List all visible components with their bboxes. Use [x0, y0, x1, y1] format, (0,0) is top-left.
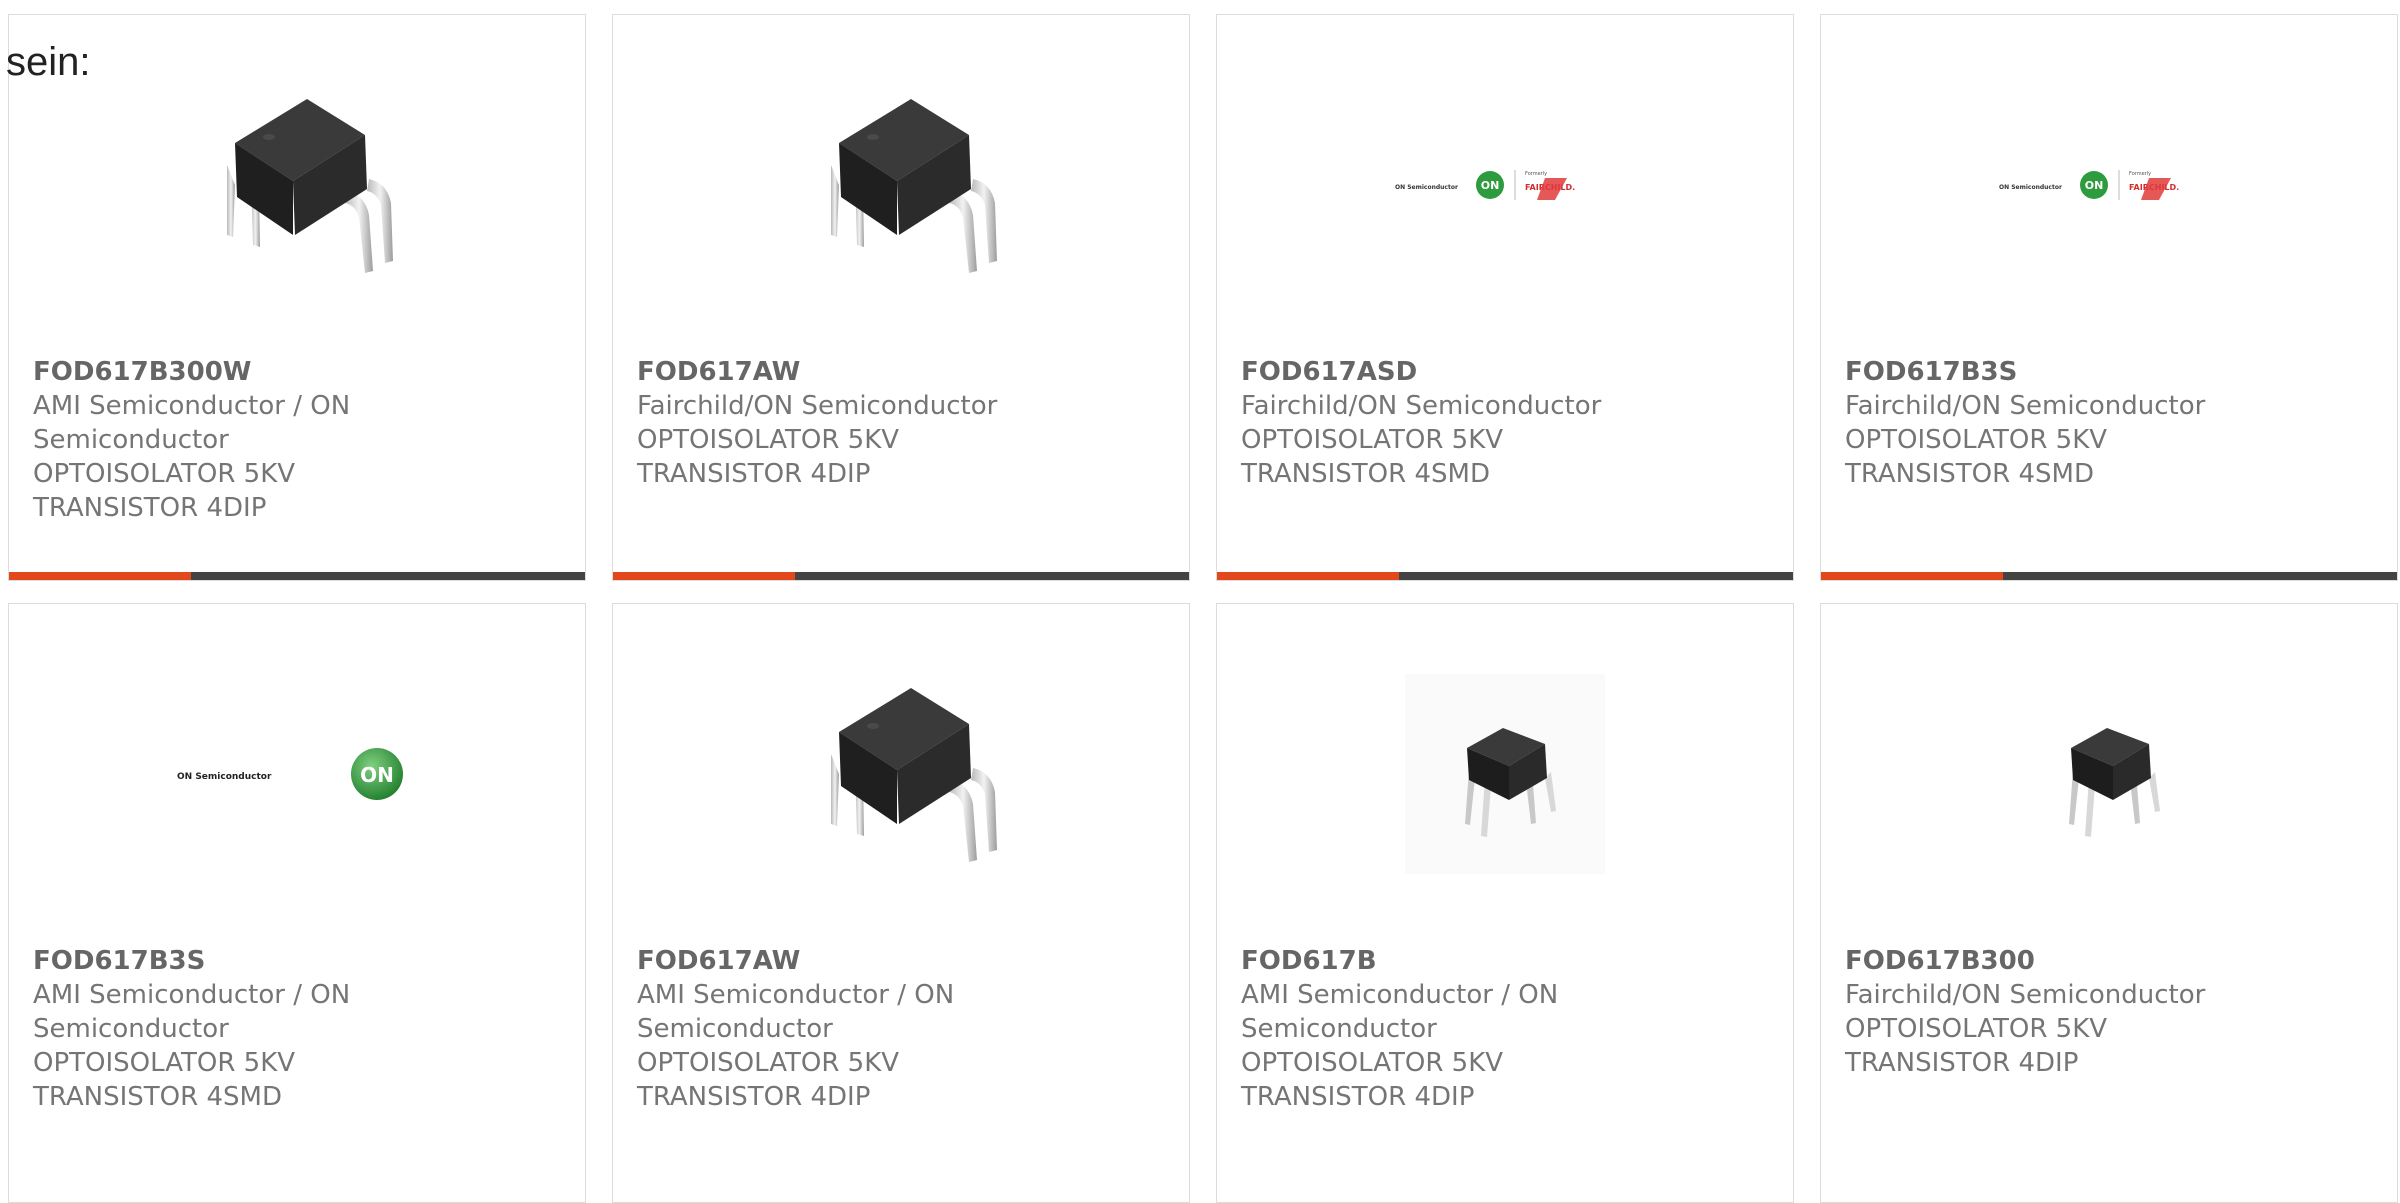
- card-accent-highlight: [1821, 572, 2003, 580]
- description-2: TRANSISTOR 4SMD: [1241, 459, 1490, 489]
- optoisolator-chip-icon: [831, 688, 997, 862]
- on-fairchild-logo-icon: ON Semiconductor ON Formerly FAIRCHILD.: [1395, 170, 1575, 200]
- manufacturer: AMI Semiconductor / ON Semiconductor: [637, 980, 955, 1044]
- product-card[interactable]: ON Semiconductor ON FOD617B3S AMI Semico…: [8, 603, 586, 1203]
- product-grid: FOD617B300W AMI Semiconductor / ON Semic…: [8, 14, 2400, 1203]
- product-card[interactable]: FOD617AW Fairchild/ON Semiconductor OPTO…: [612, 14, 1190, 581]
- product-card[interactable]: FOD617B300 Fairchild/ON Semiconductor OP…: [1820, 603, 2398, 1203]
- manufacturer: Fairchild/ON Semiconductor: [637, 391, 998, 421]
- manufacturer: Fairchild/ON Semiconductor: [1845, 980, 2206, 1010]
- product-info: FOD617B300W AMI Semiconductor / ON Semic…: [33, 355, 475, 525]
- card-accent-highlight: [9, 572, 191, 580]
- part-number[interactable]: FOD617B300: [1845, 944, 2287, 978]
- product-info: FOD617AW AMI Semiconductor / ON Semicond…: [637, 944, 1079, 1114]
- card-accent-bar: [9, 572, 585, 580]
- description-1: OPTOISOLATOR 5KV: [1845, 1014, 2108, 1044]
- product-info: FOD617ASD Fairchild/ON Semiconductor OPT…: [1241, 355, 1683, 491]
- manufacturer: Fairchild/ON Semiconductor: [1845, 391, 2206, 421]
- description-1: OPTOISOLATOR 5KV: [1241, 1048, 1504, 1078]
- description-1: OPTOISOLATOR 5KV: [1241, 425, 1504, 455]
- part-number[interactable]: FOD617ASD: [1241, 355, 1683, 389]
- product-info: FOD617B3S Fairchild/ON Semiconductor OPT…: [1845, 355, 2287, 491]
- on-fairchild-logo-icon: ON Semiconductor ON Formerly FAIRCHILD.: [1999, 170, 2179, 200]
- product-card[interactable]: FOD617B AMI Semiconductor / ON Semicondu…: [1216, 603, 1794, 1203]
- product-card[interactable]: FOD617B300W AMI Semiconductor / ON Semic…: [8, 14, 586, 581]
- product-info: FOD617B3S AMI Semiconductor / ON Semicon…: [33, 944, 475, 1114]
- product-image[interactable]: [1217, 664, 1793, 884]
- card-accent-bar: [1217, 572, 1793, 580]
- manufacturer: AMI Semiconductor / ON Semiconductor: [1241, 980, 1559, 1044]
- product-image[interactable]: ON Semiconductor ON Formerly FAIRCHILD.: [1217, 75, 1793, 295]
- intro-text: sein:: [6, 40, 91, 84]
- on-semiconductor-logo-icon: ON Semiconductor ON: [177, 748, 403, 800]
- product-info: FOD617AW Fairchild/ON Semiconductor OPTO…: [637, 355, 1079, 491]
- part-number[interactable]: FOD617AW: [637, 355, 1079, 389]
- product-image[interactable]: [613, 664, 1189, 884]
- product-image[interactable]: ON Semiconductor ON: [9, 664, 585, 884]
- product-image[interactable]: [9, 75, 585, 295]
- logo-formerly-text: Formerly: [2129, 171, 2151, 177]
- product-image[interactable]: [613, 75, 1189, 295]
- optoisolator-chip-small-icon: [2069, 728, 2160, 837]
- logo-on-text: ON Semiconductor: [177, 772, 272, 782]
- description-2: TRANSISTOR 4DIP: [637, 1082, 871, 1112]
- product-info: FOD617B300 Fairchild/ON Semiconductor OP…: [1845, 944, 2287, 1080]
- description-1: OPTOISOLATOR 5KV: [1845, 425, 2108, 455]
- svg-text:ON: ON: [2085, 179, 2104, 192]
- description-1: OPTOISOLATOR 5KV: [33, 1048, 296, 1078]
- part-number[interactable]: FOD617AW: [637, 944, 1079, 978]
- card-accent-bar: [613, 572, 1189, 580]
- logo-badge-text: ON: [360, 763, 394, 787]
- description-2: TRANSISTOR 4DIP: [1845, 1048, 2079, 1078]
- product-card[interactable]: ON Semiconductor ON Formerly FAIRCHILD. …: [1820, 14, 2398, 581]
- optoisolator-chip-small-icon: [1405, 674, 1605, 874]
- optoisolator-chip-icon: [227, 99, 393, 273]
- product-card[interactable]: ON Semiconductor ON Formerly FAIRCHILD. …: [1216, 14, 1794, 581]
- logo-on-text: ON Semiconductor: [1395, 184, 1458, 191]
- manufacturer: AMI Semiconductor / ON Semiconductor: [33, 391, 351, 455]
- part-number[interactable]: FOD617B3S: [33, 944, 475, 978]
- card-accent-bar: [1821, 572, 2397, 580]
- product-card[interactable]: FOD617AW AMI Semiconductor / ON Semicond…: [612, 603, 1190, 1203]
- part-number[interactable]: FOD617B3S: [1845, 355, 2287, 389]
- part-number[interactable]: FOD617B: [1241, 944, 1683, 978]
- manufacturer: Fairchild/ON Semiconductor: [1241, 391, 1602, 421]
- description-2: TRANSISTOR 4SMD: [33, 1082, 282, 1112]
- svg-text:ON: ON: [1481, 179, 1500, 192]
- manufacturer: AMI Semiconductor / ON Semiconductor: [33, 980, 351, 1044]
- description-2: TRANSISTOR 4DIP: [637, 459, 871, 489]
- product-image[interactable]: [1821, 664, 2397, 884]
- description-2: TRANSISTOR 4SMD: [1845, 459, 2094, 489]
- description-1: OPTOISOLATOR 5KV: [637, 1048, 900, 1078]
- part-number[interactable]: FOD617B300W: [33, 355, 475, 389]
- description-1: OPTOISOLATOR 5KV: [33, 459, 296, 489]
- optoisolator-chip-icon: [831, 99, 997, 273]
- logo-formerly-text: Formerly: [1525, 171, 1547, 177]
- card-accent-highlight: [613, 572, 795, 580]
- card-accent-highlight: [1217, 572, 1399, 580]
- description-2: TRANSISTOR 4DIP: [1241, 1082, 1475, 1112]
- product-image[interactable]: ON Semiconductor ON Formerly FAIRCHILD.: [1821, 75, 2397, 295]
- logo-on-text: ON Semiconductor: [1999, 184, 2062, 191]
- description-1: OPTOISOLATOR 5KV: [637, 425, 900, 455]
- product-info: FOD617B AMI Semiconductor / ON Semicondu…: [1241, 944, 1683, 1114]
- description-2: TRANSISTOR 4DIP: [33, 493, 267, 523]
